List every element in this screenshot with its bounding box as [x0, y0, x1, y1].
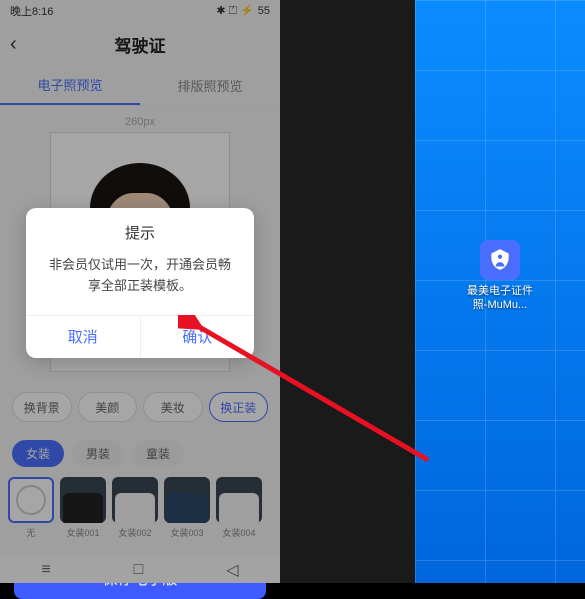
confirm-button[interactable]: 确认 — [141, 316, 255, 358]
dialog-body: 非会员仅试用一次，开通会员畅享全部正装模板。 — [26, 251, 254, 315]
dialog-title: 提示 — [26, 208, 254, 251]
cancel-button[interactable]: 取消 — [26, 316, 141, 358]
windows-desktop: 最美电子证件照-MuMu... — [415, 0, 585, 583]
phone-screen: 晚上8:16 ✱ ⏍ ⚡ 55 ‹ 驾驶证 电子照预览 排版照预览 260px … — [0, 0, 280, 583]
shortcut-label-2: 照-MuMu... — [473, 299, 527, 311]
emulator-frame — [280, 0, 415, 583]
shortcut-label-1: 最美电子证件 — [467, 285, 533, 297]
dialog: 提示 非会员仅试用一次，开通会员畅享全部正装模板。 取消 确认 — [26, 208, 254, 358]
app-icon — [480, 240, 520, 280]
desktop-shortcut[interactable]: 最美电子证件照-MuMu... — [466, 240, 534, 313]
